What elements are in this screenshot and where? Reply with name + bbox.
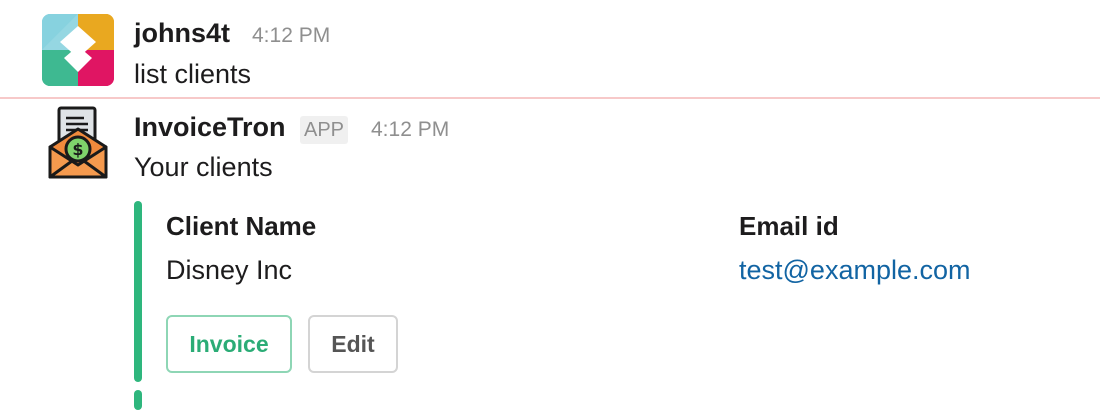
app-avatar[interactable]: $ bbox=[46, 105, 110, 181]
edit-button[interactable]: Edit bbox=[308, 315, 398, 373]
message-timestamp[interactable]: 4:12 PM bbox=[371, 119, 449, 140]
user-avatar[interactable] bbox=[42, 14, 114, 86]
field-title-email: Email id bbox=[739, 211, 839, 241]
invoice-button[interactable]: Invoice bbox=[166, 315, 292, 373]
app-badge: APP bbox=[300, 116, 349, 144]
message-text: Your clients bbox=[134, 152, 273, 182]
message-timestamp[interactable]: 4:12 PM bbox=[252, 25, 330, 46]
attachment-accent-bar bbox=[134, 201, 142, 382]
slack-logo-avatar-icon bbox=[42, 14, 114, 86]
new-messages-divider bbox=[0, 97, 1100, 99]
field-title-client-name: Client Name bbox=[166, 211, 317, 241]
message-author[interactable]: InvoiceTron bbox=[134, 114, 286, 141]
message-author[interactable]: johns4t bbox=[134, 20, 230, 47]
email-link[interactable]: test@example.com bbox=[739, 257, 971, 284]
attachment-accent-bar-next bbox=[134, 390, 142, 410]
field-value-client-name: Disney Inc bbox=[166, 255, 293, 285]
message-text: list clients bbox=[134, 59, 252, 89]
invoice-envelope-icon: $ bbox=[48, 106, 108, 179]
svg-text:$: $ bbox=[72, 140, 83, 159]
